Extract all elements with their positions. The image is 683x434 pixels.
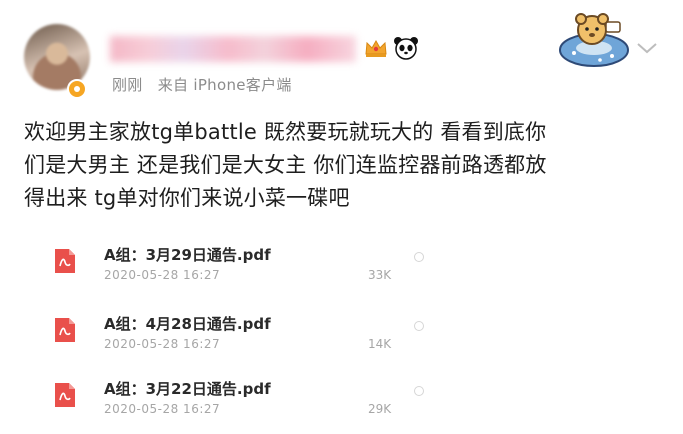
- crown-icon: [365, 39, 387, 57]
- file-date: 2020-05-28 16:27: [104, 268, 221, 282]
- file-size: 14K: [368, 337, 392, 351]
- pdf-icon: [55, 318, 75, 342]
- file-attachment[interactable]: A组：3月22日通告.pdf 2020-05-28 16:27 29K: [40, 378, 440, 434]
- file-select-radio[interactable]: [414, 252, 424, 262]
- pdf-icon: [55, 249, 75, 273]
- chevron-down-icon[interactable]: [636, 40, 658, 56]
- verified-badge-icon: [67, 79, 87, 99]
- post-meta: 刚刚 来自 iPhone客户端: [112, 74, 292, 95]
- post-text-line: 欢迎男主家放tg单battle 既然要玩就玩大的 看看到底你: [24, 120, 547, 144]
- post-text: 欢迎男主家放tg单battle 既然要玩就玩大的 看看到底你 们是大男主 还是我…: [24, 116, 664, 215]
- file-attachment[interactable]: A组：3月29日通告.pdf 2020-05-28 16:27 33K: [40, 244, 440, 300]
- file-name: A组：3月29日通告.pdf: [104, 246, 271, 264]
- panda-icon: [394, 37, 418, 60]
- post-time: 刚刚: [112, 76, 143, 94]
- file-size: 33K: [368, 268, 392, 282]
- bear-in-float-icon: [559, 13, 629, 67]
- post-source[interactable]: 来自 iPhone客户端: [158, 76, 292, 94]
- post-text-line: 们是大男主 还是我们是大女主 你们连监控器前路透都放: [24, 153, 547, 177]
- username-blurred[interactable]: [110, 36, 356, 62]
- file-name: A组：4月28日通告.pdf: [104, 315, 271, 333]
- file-name: A组：3月22日通告.pdf: [104, 380, 271, 398]
- post-text-line: 得出来 tg单对你们来说小菜一碟吧: [24, 186, 350, 210]
- pdf-icon: [55, 383, 75, 407]
- file-select-radio[interactable]: [414, 321, 424, 331]
- file-select-radio[interactable]: [414, 386, 424, 396]
- file-size: 29K: [368, 402, 392, 416]
- file-attachment[interactable]: A组：4月28日通告.pdf 2020-05-28 16:27 14K: [40, 313, 440, 369]
- file-date: 2020-05-28 16:27: [104, 337, 221, 351]
- file-date: 2020-05-28 16:27: [104, 402, 221, 416]
